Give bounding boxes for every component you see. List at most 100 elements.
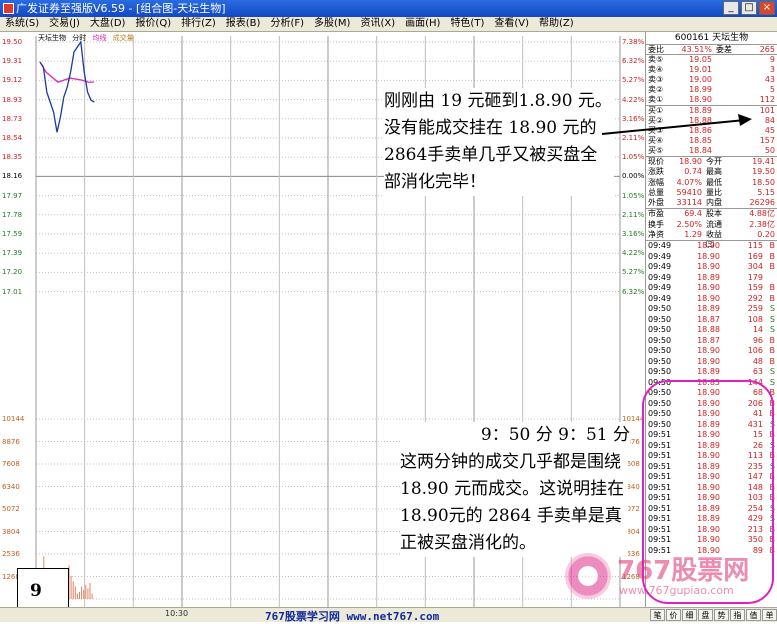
buy-order-label: 买⑤: [648, 146, 664, 155]
legend-period: 分时: [72, 34, 87, 42]
panel-tabs: 笔价细盘势指值单: [650, 609, 777, 621]
panel-tab[interactable]: 盘: [698, 609, 713, 621]
tick-time: 09:49: [648, 262, 672, 272]
tick-row: 09:50 18.87 108 S: [646, 315, 777, 326]
sell-order-row[interactable]: 卖① 18.90 112: [646, 95, 777, 105]
quote-label: 现价: [648, 157, 664, 166]
price-tick-label: 17.78: [2, 210, 23, 219]
pct-tick-label: 5.27%: [622, 268, 645, 277]
menu-special[interactable]: 特色(T): [445, 17, 489, 31]
panel-tab[interactable]: 值: [746, 609, 761, 621]
close-button[interactable]: ×: [759, 1, 775, 15]
weicha-label: 委差: [716, 45, 732, 54]
quote-label: 换手: [648, 219, 664, 229]
tick-row: 09:50 18.87 96 B: [646, 336, 777, 347]
quote-value: 0.20: [757, 230, 775, 240]
price-tick-label: 18.93: [2, 95, 23, 104]
weibi-row: 委比 43.51% 委差 265: [646, 45, 777, 55]
sell-order-volume: 112: [759, 95, 775, 104]
volume-bar: [81, 586, 83, 599]
tick-price: 18.87: [697, 335, 720, 345]
minimize-button[interactable]: _: [723, 1, 739, 15]
volume-bar: [87, 588, 89, 599]
quote-label: 外盘: [648, 198, 664, 208]
menu-help[interactable]: 帮助(Z): [534, 17, 579, 31]
volume-tick-label: 3804: [2, 527, 20, 536]
quote-value: 4.88亿: [749, 209, 775, 219]
panel-tab[interactable]: 细: [682, 609, 697, 621]
menu-quote[interactable]: 报价(Q): [130, 17, 176, 31]
sell-order-label: 卖④: [648, 65, 664, 74]
panel-tab[interactable]: 价: [666, 609, 681, 621]
tick-price: 18.90: [697, 356, 720, 366]
quote-value: 0.74: [684, 167, 702, 177]
tick-price: 18.90: [697, 283, 720, 293]
sell-order-row[interactable]: 卖⑤ 19.05 9: [646, 55, 777, 65]
quote-value: 1.29: [684, 230, 702, 240]
menu-multi[interactable]: 多股(M): [309, 17, 355, 31]
tick-row: 09:49 18.90 115 B: [646, 241, 777, 252]
menu-screen[interactable]: 画面(H): [400, 17, 445, 31]
maximize-button[interactable]: □: [741, 1, 757, 15]
quote-label: 涨跌: [648, 167, 664, 177]
menu-market[interactable]: 大盘(D): [85, 17, 131, 31]
sell-order-volume: 43: [764, 75, 775, 84]
menu-rank[interactable]: 排行(Z): [176, 17, 221, 31]
quote-row: 涨幅 4.07% 最低 18.50: [646, 178, 777, 188]
menu-trade[interactable]: 交易(J): [44, 17, 85, 31]
sell-order-row[interactable]: 卖③ 19.00 43: [646, 75, 777, 85]
time-axis-label: 10:30: [165, 609, 189, 618]
app-icon: [3, 3, 14, 14]
buy-order-price: 18.84: [689, 146, 712, 155]
price-tick-label: 19.12: [2, 76, 23, 85]
tick-time: 09:50: [648, 356, 672, 366]
price-tick-label: 18.54: [2, 134, 23, 142]
tick-row: 09:49 18.90 304 B: [646, 262, 777, 273]
pct-tick-label: 4.22%: [622, 95, 645, 104]
panel-tab[interactable]: 指: [730, 609, 745, 621]
menu-system[interactable]: 系统(S): [0, 17, 44, 31]
sell-order-row[interactable]: 卖② 18.99 5: [646, 85, 777, 95]
quote-row: 现价 18.90 今开 19.41: [646, 157, 777, 167]
window-title: 广发证券至强版V6.59 - [组合图-天坛生物]: [16, 2, 226, 15]
quote-value: 33114: [676, 198, 702, 208]
tick-price: 18.90: [697, 293, 720, 303]
annotation-top: 刚刚由 19 元砸到1.8.90 元。没有能成交挂在 18.90 元的 2864…: [384, 88, 614, 196]
quote-label: 量比: [706, 187, 722, 197]
menu-news[interactable]: 资讯(X): [355, 17, 400, 31]
tick-time: 09:50: [648, 325, 672, 335]
tick-side: S: [769, 367, 775, 377]
panel-tab[interactable]: 势: [714, 609, 729, 621]
tick-row: 09:49 18.90 292 B: [646, 294, 777, 305]
tick-time: 09:50: [648, 304, 672, 314]
sell-order-price: 19.05: [689, 55, 712, 64]
quote-stats: 现价 18.90 今开 19.41 涨跌 0.74 最高 19.50 涨幅 4.07% 最低 18.5…: [646, 157, 777, 210]
tick-side: B: [769, 241, 776, 251]
sell-order-label: 卖⑤: [648, 55, 664, 64]
quote-label: 最高: [706, 167, 722, 177]
menu-report[interactable]: 报表(B): [221, 17, 266, 31]
price-tick-label: 17.20: [2, 268, 23, 277]
quote-value: 69.4: [684, 209, 702, 219]
quote-row: 换手 2.50% 流通 2.38亿: [646, 220, 777, 230]
weibi-value: 43.51%: [681, 45, 712, 54]
sell-order-row[interactable]: 卖④ 19.01 3: [646, 65, 777, 75]
panel-tab[interactable]: 单: [762, 609, 777, 621]
sell-orders: 卖⑤ 19.05 9 卖④ 19.01 3 卖③ 19.00 43 卖② 18.99 5 卖① 18.90…: [646, 55, 777, 106]
quote-label: 内盘: [706, 198, 722, 208]
menu-view[interactable]: 查看(V): [489, 17, 534, 31]
quote-value: 26296: [749, 198, 775, 208]
sell-order-label: 卖①: [648, 95, 664, 104]
arrow-graphic: [601, 114, 752, 135]
tick-time: 09:50: [648, 335, 672, 345]
tick-price: 18.89: [697, 304, 720, 314]
quote-value: 19.50: [752, 167, 775, 177]
tick-price: 18.88: [697, 325, 720, 335]
volume-bar: [76, 593, 78, 599]
sell-order-price: 18.99: [689, 85, 712, 94]
buy-order-row[interactable]: 买⑤ 18.84 50: [646, 146, 777, 156]
menu-analysis[interactable]: 分析(F): [265, 17, 309, 31]
price-tick-label: 17.01: [2, 287, 23, 296]
legend-avg: 均线: [92, 34, 107, 42]
panel-tab[interactable]: 笔: [650, 609, 665, 621]
